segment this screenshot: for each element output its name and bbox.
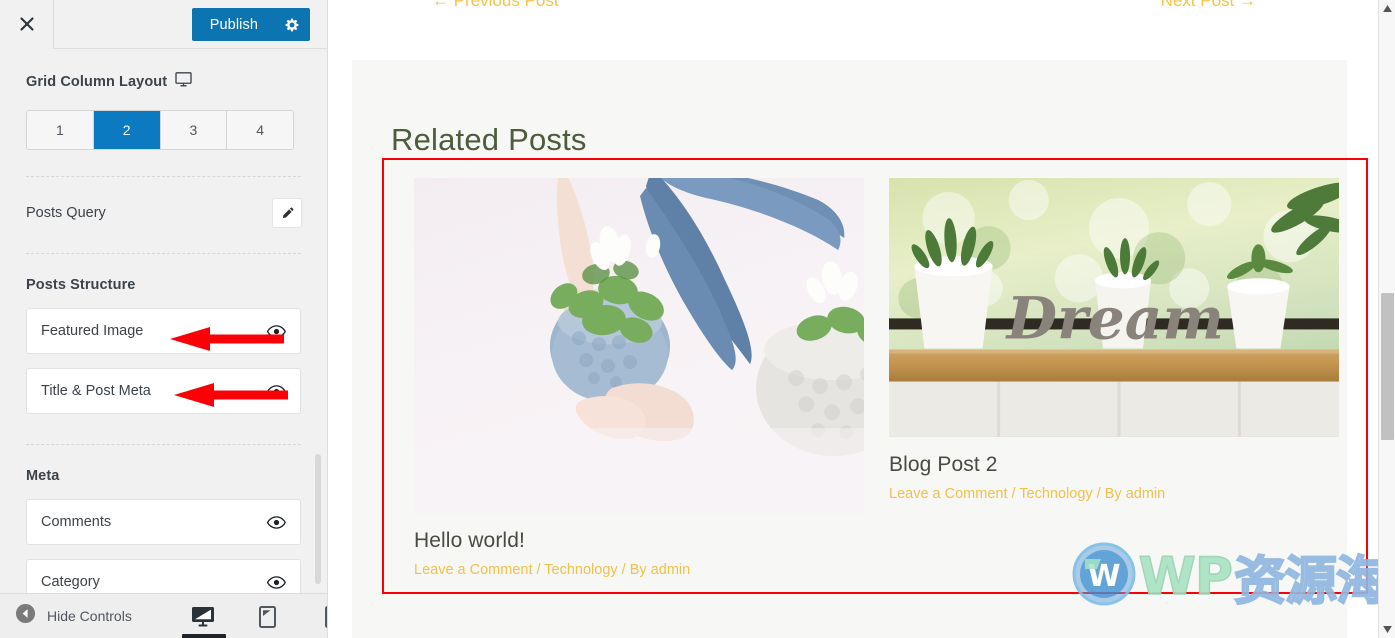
collapse-left-glyph [15, 603, 36, 624]
pencil-icon[interactable] [273, 199, 301, 227]
close-icon[interactable] [0, 0, 54, 49]
post-thumbnail-hello-world[interactable] [414, 178, 864, 514]
hide-controls-label: Hide Controls [47, 608, 132, 624]
structure-item-label: Featured Image [41, 323, 144, 339]
grid-column-option-4[interactable]: 4 [227, 111, 293, 149]
related-posts-highlight-box: Hello world! Leave a Comment / Technolog… [382, 158, 1368, 594]
grid-column-option-2[interactable]: 2 [93, 111, 161, 149]
grid-column-option-1[interactable]: 1 [27, 111, 94, 149]
grid-column-option-3[interactable]: 3 [160, 111, 228, 149]
next-post-link[interactable]: Next Post → [1161, 0, 1256, 11]
related-post-card[interactable]: Hello world! Leave a Comment / Technolog… [414, 178, 864, 592]
meta-item-label: Comments [41, 514, 112, 530]
related-posts-grid: Hello world! Leave a Comment / Technolog… [384, 160, 1366, 592]
grid-column-options[interactable]: 1 2 3 4 [26, 110, 294, 150]
desktop-glyph [192, 607, 214, 627]
related-posts-section: Related Posts Hello world! Leave a Comme… [352, 60, 1368, 638]
post-meta[interactable]: Leave a Comment / Technology / By admin [414, 562, 864, 578]
svg-text:Dream: Dream [1005, 283, 1224, 352]
grid-column-layout-title: Grid Column Layout [26, 73, 168, 90]
meta-item-label: Category [41, 574, 100, 590]
posts-query-row: Posts Query [0, 177, 327, 227]
close-glyph [19, 17, 34, 31]
gear-icon[interactable] [274, 8, 310, 41]
posts-structure-header: Posts Structure [0, 254, 327, 294]
eye-glyph [267, 324, 286, 338]
page-scrollbar-thumb[interactable] [1381, 293, 1394, 440]
sidebar-scrollbar-thumb[interactable] [315, 454, 321, 584]
eye-glyph [267, 384, 286, 398]
tablet-glyph [258, 605, 276, 628]
thumbnail-artwork: Dream [889, 178, 1339, 437]
post-meta[interactable]: Leave a Comment / Technology / By admin [889, 486, 1339, 502]
structure-item-featured-image[interactable]: Featured Image [26, 308, 301, 354]
post-navigation: ← Previous Post Next Post → [328, 0, 1371, 13]
device-active-indicator [182, 634, 226, 638]
eye-icon[interactable] [267, 324, 286, 338]
eye-glyph [267, 575, 286, 589]
eye-icon[interactable] [267, 384, 286, 398]
sidebar-footer: Hide Controls [0, 593, 327, 638]
posts-structure-title: Posts Structure [26, 277, 136, 293]
pencil-glyph [282, 207, 293, 218]
caret-down-icon[interactable] [1379, 621, 1395, 638]
grid-column-layout-section: Grid Column Layout 1 2 3 4 [0, 49, 327, 150]
gear-glyph [285, 18, 299, 31]
publish-button[interactable]: Publish [191, 8, 274, 41]
sidebar-header: Publish [0, 0, 327, 49]
caret-up-icon[interactable] [1379, 0, 1395, 17]
site-preview: ← Previous Post Next Post → Related Post… [328, 0, 1395, 638]
post-thumbnail-blog-post-2[interactable]: Dream [889, 178, 1339, 437]
posts-query-label: Posts Query [26, 205, 106, 221]
caret-up-glyph [1383, 5, 1392, 12]
customizer-sidebar: Publish Grid Column Layout 1 2 3 4 Posts… [0, 0, 328, 638]
customizer-screen: Publish Grid Column Layout 1 2 3 4 Posts… [0, 0, 1395, 638]
structure-item-label: Title & Post Meta [41, 383, 151, 399]
device-preview-group [182, 594, 327, 638]
desktop-icon[interactable] [182, 594, 226, 638]
post-title[interactable]: Hello world! [414, 529, 864, 553]
hide-controls-button[interactable]: Hide Controls [0, 603, 132, 629]
meta-item-comments[interactable]: Comments [26, 499, 301, 545]
mobile-icon[interactable] [318, 594, 327, 638]
structure-item-title-post-meta[interactable]: Title & Post Meta [26, 368, 301, 414]
related-post-card[interactable]: Dream Blog Post 2 Leave a Comment / Tech… [889, 178, 1339, 592]
eye-icon[interactable] [267, 575, 286, 589]
collapse-left-icon [15, 603, 36, 629]
thumbnail-artwork [414, 178, 864, 514]
eye-icon[interactable] [267, 515, 286, 529]
dream-sign: Dream [1005, 283, 1224, 352]
previous-post-link[interactable]: ← Previous Post [432, 0, 559, 11]
tablet-icon[interactable] [254, 594, 280, 638]
monitor-icon[interactable] [175, 72, 192, 92]
monitor-glyph [175, 72, 192, 87]
post-title[interactable]: Blog Post 2 [889, 453, 1339, 477]
grid-column-layout-header: Grid Column Layout [26, 49, 301, 92]
meta-title: Meta [26, 468, 60, 484]
sidebar-body: Grid Column Layout 1 2 3 4 Posts Query P… [0, 49, 327, 638]
publish-group[interactable]: Publish [191, 8, 310, 41]
related-posts-heading: Related Posts [391, 122, 587, 157]
meta-header: Meta [0, 445, 327, 485]
caret-down-glyph [1383, 626, 1392, 633]
page-scrollbar[interactable] [1378, 0, 1395, 638]
eye-glyph [267, 515, 286, 529]
